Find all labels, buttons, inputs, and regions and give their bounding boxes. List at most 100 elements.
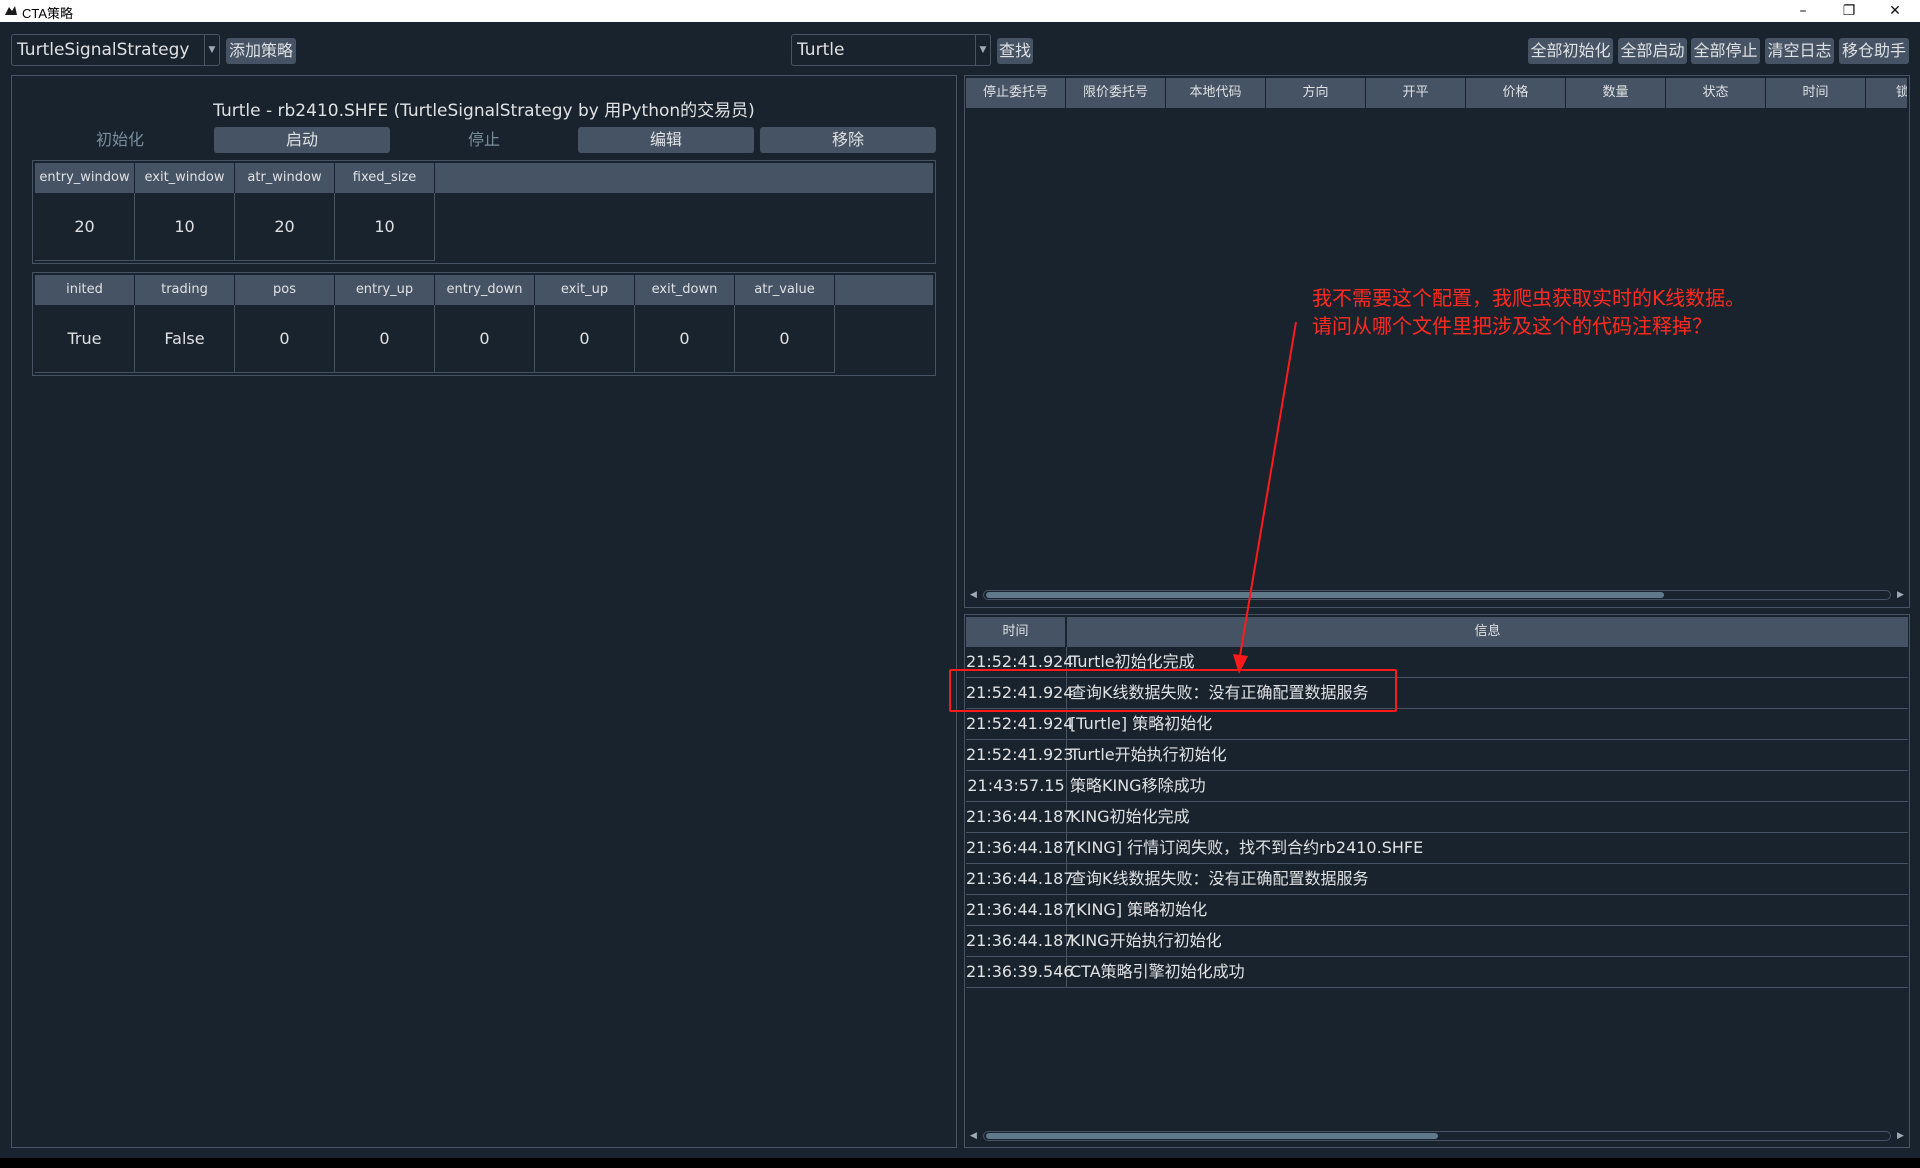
log-row[interactable]: 21:36:44.187 [KING] 行情订阅失败，找不到合约rb2410.S… (966, 833, 1908, 864)
strategy-class-value: TurtleSignalStrategy (17, 40, 190, 60)
annotation-line: 请问从哪个文件里把涉及这个的代码注释掉？ (1312, 314, 1712, 338)
stop-order-monitor: 停止委托号 限价委托号 本地代码 方向 开平 价格 数量 状态 时间 锁 ◀ ▶ (964, 75, 1910, 608)
variable-value: 0 (235, 305, 335, 373)
init-all-button[interactable]: 全部初始化 (1528, 38, 1613, 64)
log-time: 21:36:44.187 (966, 926, 1073, 956)
stop-order-header[interactable]: 数量 (1566, 78, 1666, 108)
param-header: entry_window (35, 163, 135, 193)
stop-order-header[interactable]: 方向 (1266, 78, 1366, 108)
log-time: 21:52:41.923 (966, 740, 1073, 770)
stop-button[interactable]: 停止 (396, 127, 572, 153)
strategy-title: Turtle - rb2410.SHFE (TurtleSignalStrate… (213, 101, 755, 121)
stop-order-header[interactable]: 状态 (1666, 78, 1766, 108)
param-header: exit_window (135, 163, 235, 193)
variable-value: False (135, 305, 235, 373)
annotation-highlight-box (949, 669, 1397, 712)
parameters-table: entry_window exit_window atr_window fixe… (32, 160, 936, 264)
log-time: 21:36:44.187 (966, 864, 1073, 894)
param-value: 10 (335, 193, 435, 261)
window-title-bar[interactable]: CTA策略 – ❐ ✕ (0, 0, 1920, 22)
stop-order-header[interactable]: 时间 (1766, 78, 1866, 108)
variable-header: inited (35, 275, 135, 305)
remove-button[interactable]: 移除 (760, 127, 936, 153)
log-time: 21:36:44.187 (966, 895, 1073, 925)
taskbar-strip (0, 1158, 1920, 1168)
variable-value: 0 (535, 305, 635, 373)
log-message: KING初始化完成 (1070, 807, 1190, 826)
strategy-search-value: Turtle (797, 40, 845, 60)
app-logo-icon (5, 6, 17, 15)
find-button[interactable]: 查找 (997, 38, 1033, 64)
log-time: 21:43:57.15 (966, 771, 1067, 801)
variable-header: exit_up (535, 275, 635, 305)
stop-order-header[interactable]: 停止委托号 (966, 78, 1066, 108)
variable-header: entry_down (435, 275, 535, 305)
param-value: 10 (135, 193, 235, 261)
log-message: KING开始执行初始化 (1070, 931, 1222, 950)
scroll-left-icon[interactable]: ◀ (970, 1131, 977, 1141)
stop-all-button[interactable]: 全部停止 (1691, 38, 1760, 64)
log-row[interactable]: 21:36:39.546 CTA策略引擎初始化成功 (966, 957, 1908, 988)
log-message: 查询K线数据失败：没有正确配置数据服务 (1070, 869, 1369, 888)
add-strategy-button[interactable]: 添加策略 (226, 38, 296, 64)
log-row[interactable]: 21:36:44.187 查询K线数据失败：没有正确配置数据服务 (966, 864, 1908, 895)
log-time: 21:36:44.187 (966, 802, 1073, 832)
log-message: CTA策略引擎初始化成功 (1070, 962, 1245, 981)
variables-table: inited trading pos entry_up entry_down e… (32, 272, 936, 376)
variable-value: True (35, 305, 135, 373)
init-button[interactable]: 初始化 (32, 127, 208, 153)
log-message: [KING] 策略初始化 (1070, 900, 1208, 919)
clear-log-button[interactable]: 清空日志 (1765, 38, 1834, 64)
variable-header: pos (235, 275, 335, 305)
variable-value: 0 (335, 305, 435, 373)
log-time: 21:52:41.924 (966, 709, 1073, 739)
log-msg-header[interactable]: 信息 (1067, 617, 1908, 647)
variable-value: 0 (435, 305, 535, 373)
scroll-left-icon[interactable]: ◀ (970, 590, 977, 600)
log-time-header[interactable]: 时间 (966, 617, 1066, 647)
log-row[interactable]: 21:36:44.187 KING开始执行初始化 (966, 926, 1908, 957)
minimize-icon[interactable]: – (1780, 0, 1826, 22)
horizontal-scrollbar[interactable] (983, 1131, 1891, 1141)
close-icon[interactable]: ✕ (1872, 0, 1918, 22)
horizontal-scrollbar[interactable] (983, 590, 1891, 600)
param-value: 20 (235, 193, 335, 261)
start-all-button[interactable]: 全部启动 (1618, 38, 1687, 64)
rollover-helper-button[interactable]: 移仓助手 (1839, 38, 1909, 64)
scrollbar-thumb[interactable] (986, 1133, 1438, 1139)
log-row[interactable]: 21:43:57.15 策略KING移除成功 (966, 771, 1908, 802)
log-row[interactable]: 21:36:44.187 KING初始化完成 (966, 802, 1908, 833)
log-row[interactable]: 21:36:44.187 [KING] 策略初始化 (966, 895, 1908, 926)
variable-value: 0 (735, 305, 835, 373)
window-title: CTA策略 (22, 6, 74, 21)
stop-order-header[interactable]: 本地代码 (1166, 78, 1266, 108)
edit-button[interactable]: 编辑 (578, 127, 754, 153)
restore-icon[interactable]: ❐ (1826, 0, 1872, 22)
annotation-line: 我不需要这个配置，我爬虫获取实时的K线数据。 (1312, 286, 1746, 310)
variable-header: entry_up (335, 275, 435, 305)
strategy-search-combo[interactable]: Turtle ▼ (791, 34, 991, 66)
start-button[interactable]: 启动 (214, 127, 390, 153)
annotation-arrow-icon (1233, 321, 1297, 674)
log-message: [Turtle] 策略初始化 (1070, 714, 1213, 733)
stop-order-header[interactable]: 价格 (1466, 78, 1566, 108)
stop-order-header[interactable]: 开平 (1366, 78, 1466, 108)
log-message: Turtle开始执行初始化 (1070, 745, 1227, 764)
stop-order-header[interactable]: 锁 (1866, 78, 1908, 108)
scroll-right-icon[interactable]: ▶ (1897, 1131, 1904, 1141)
scrollbar-thumb[interactable] (986, 592, 1664, 598)
log-time: 21:36:39.546 (966, 957, 1073, 987)
log-time: 21:36:44.187 (966, 833, 1073, 863)
log-row[interactable]: 21:52:41.923 Turtle开始执行初始化 (966, 740, 1908, 771)
log-row[interactable]: 21:52:41.924 [Turtle] 策略初始化 (966, 709, 1908, 740)
variable-header: trading (135, 275, 235, 305)
strategy-class-combo[interactable]: TurtleSignalStrategy ▼ (11, 34, 220, 66)
log-message: 策略KING移除成功 (1070, 776, 1206, 795)
chevron-down-icon: ▼ (204, 35, 219, 65)
param-header: fixed_size (335, 163, 435, 193)
stop-order-header[interactable]: 限价委托号 (1066, 78, 1166, 108)
variable-header: atr_value (735, 275, 835, 305)
annotation-text: 我不需要这个配置，我爬虫获取实时的K线数据。 请问从哪个文件里把涉及这个的代码注… (1312, 284, 1872, 340)
scroll-right-icon[interactable]: ▶ (1897, 590, 1904, 600)
log-message: [KING] 行情订阅失败，找不到合约rb2410.SHFE (1070, 838, 1424, 857)
